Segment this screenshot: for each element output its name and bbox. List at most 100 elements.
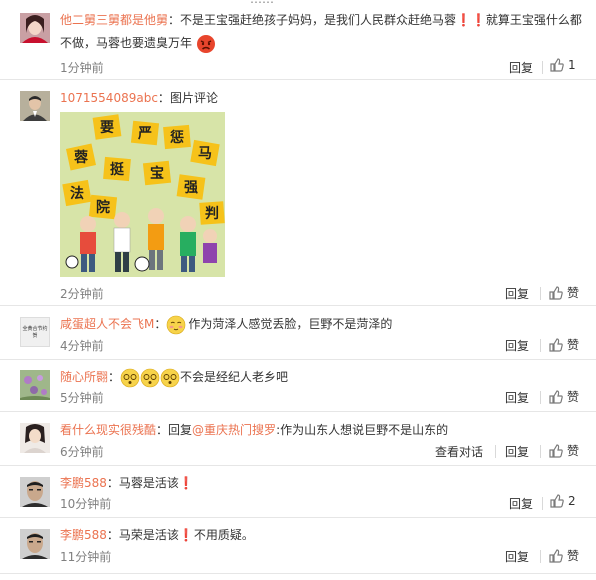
colon: ：: [156, 423, 169, 437]
comment-time: 11分钟前: [60, 550, 112, 564]
thumbs-up-icon: [549, 548, 563, 563]
reply-button[interactable]: 回复: [505, 337, 529, 354]
dizzy-face-emoji: [120, 368, 140, 388]
comment-item: 看什么现实很残酷：回复@重庆热门搜罗:作为山东人想说巨野不是山东的 6分钟前 查…: [0, 412, 596, 466]
like-label: 赞: [567, 390, 580, 404]
comment-username[interactable]: 他二舅三舅都是他舅: [60, 13, 168, 27]
comment-text: 马蓉是活该❗: [118, 476, 194, 490]
comment-text: 马荣是活该❗不用质疑。: [118, 528, 254, 542]
reply-button[interactable]: 回复: [505, 443, 529, 460]
avatar[interactable]: 全黄合节约贺: [20, 317, 50, 347]
colon: ：: [108, 370, 121, 384]
avatar[interactable]: [20, 91, 50, 121]
comment-username[interactable]: 看什么现实很残酷: [60, 423, 156, 437]
like-button[interactable]: 赞: [549, 284, 579, 301]
avatar[interactable]: [20, 423, 50, 453]
comment-username[interactable]: 咸蛋超人不会飞M: [60, 317, 154, 331]
dizzy-face-emoji: [140, 368, 160, 388]
thumbs-up-icon: [550, 58, 564, 72]
comment-item: 全黄合节约贺 咸蛋超人不会飞M： 作为菏泽人感觉丢脸，巨野不是菏泽的 4分钟前 回…: [0, 306, 596, 360]
avatar[interactable]: [20, 477, 50, 507]
reply-button[interactable]: 回复: [505, 548, 529, 565]
action-divider: [540, 339, 541, 352]
sign-char: 蓉: [74, 149, 89, 166]
action-divider: [540, 287, 541, 300]
like-count: 1: [568, 58, 576, 72]
comment-time: 4分钟前: [60, 339, 104, 353]
avatar[interactable]: [20, 13, 50, 43]
comment-time: 6分钟前: [60, 445, 104, 459]
like-label: 赞: [567, 338, 580, 352]
comment-time: 5分钟前: [60, 391, 104, 405]
colon: ：: [168, 13, 181, 27]
like-label: 赞: [567, 549, 580, 563]
avatar-text: 全黄合节约贺: [22, 326, 48, 339]
sign-char: 马: [198, 146, 212, 162]
view-conversation-link[interactable]: 查看对话: [435, 443, 483, 460]
comment-username[interactable]: 随心所翾: [60, 370, 108, 384]
blushing-face-emoji: [166, 315, 186, 335]
thumbs-up-icon: [549, 443, 563, 458]
reply-button[interactable]: 回复: [505, 389, 529, 406]
sign-char: 强: [184, 180, 198, 196]
colon: ：: [106, 476, 119, 490]
avatar[interactable]: [20, 370, 50, 400]
thumbs-up-icon: [549, 285, 563, 300]
reply-button[interactable]: 回复: [509, 59, 533, 76]
comment-text: 图片评论: [169, 91, 218, 105]
mention-link[interactable]: @重庆热门搜罗: [192, 423, 276, 437]
action-divider: [540, 391, 541, 404]
comment-text: 不会是经纪人老乡吧: [180, 370, 289, 384]
colon: ：: [157, 91, 170, 105]
like-label: 赞: [567, 286, 580, 300]
comment-username[interactable]: 李鹏588: [60, 528, 107, 542]
comment-item: 李鹏588：马荣是活该❗不用质疑。 11分钟前 回复 赞: [0, 518, 596, 574]
comment-text: 作为菏泽人感觉丢脸，巨野不是菏泽的: [188, 317, 393, 331]
colon: ：: [106, 528, 119, 542]
like-count: 2: [568, 494, 576, 508]
reply-button[interactable]: 回复: [505, 285, 529, 302]
comment-item: 他二舅三舅都是他舅：不是王宝强赶绝孩子妈妈，是我们人民群众赶绝马蓉❗❗就算王宝强…: [0, 6, 596, 80]
angry-face-emoji: [196, 34, 216, 54]
like-button[interactable]: 赞: [549, 442, 579, 459]
sign-char: 挺: [110, 161, 125, 178]
action-divider: [495, 445, 496, 458]
protest-cartoon-image: 要 严 惩 马 蓉 挺 宝 强 法 院 判: [60, 112, 225, 277]
comment-username[interactable]: 李鹏588: [60, 476, 107, 490]
colon: ：: [154, 317, 167, 331]
comment-item: 随心所翾： 不会是经纪人老乡吧 5分钟前 回复 赞: [0, 360, 596, 412]
action-divider: [542, 61, 543, 74]
sign-char: 惩: [170, 129, 184, 146]
like-button[interactable]: 赞: [549, 547, 579, 564]
sign-char: 判: [205, 205, 219, 222]
like-button[interactable]: 1: [550, 58, 576, 72]
like-button[interactable]: 赞: [549, 388, 579, 405]
comment-username[interactable]: 1071554089abc: [60, 91, 158, 105]
sign-char: 要: [100, 120, 114, 136]
comment-item: 李鹏588：马蓉是活该❗ 10分钟前 回复 2: [0, 466, 596, 518]
comment-time: 2分钟前: [60, 287, 104, 301]
comment-time: 10分钟前: [60, 497, 112, 511]
like-label: 赞: [567, 444, 580, 458]
comment-text-prefix: 回复: [168, 423, 193, 437]
sign-char: 严: [137, 126, 152, 142]
action-divider: [540, 550, 541, 563]
thumbs-up-icon: [550, 494, 564, 508]
sign-char: 院: [96, 199, 110, 216]
dizzy-face-emoji: [160, 368, 180, 388]
action-divider: [542, 497, 543, 510]
comment-text: 不是王宝强赶绝孩子妈妈，是我们人民群众赶绝马蓉❗❗就算王宝强什么都: [180, 13, 582, 27]
sign-char: 法: [70, 185, 84, 202]
thumbs-up-icon: [549, 337, 563, 352]
sign-char: 宝: [150, 165, 164, 182]
like-button[interactable]: 赞: [549, 336, 579, 353]
comment-item: 1071554089abc：图片评论 要 严 惩 马 蓉 挺 宝 强 法 院 判…: [0, 80, 596, 306]
action-divider: [540, 445, 541, 458]
comment-image[interactable]: 要 严 惩 马 蓉 挺 宝 强 法 院 判: [60, 112, 225, 277]
avatar[interactable]: [20, 529, 50, 559]
comment-time: 1分钟前: [60, 61, 104, 75]
like-button[interactable]: 2: [550, 494, 576, 508]
reply-button[interactable]: 回复: [509, 495, 533, 512]
comment-text-continued: 不做，马蓉也要遗臭万年: [60, 36, 193, 50]
thumbs-up-icon: [549, 389, 563, 404]
